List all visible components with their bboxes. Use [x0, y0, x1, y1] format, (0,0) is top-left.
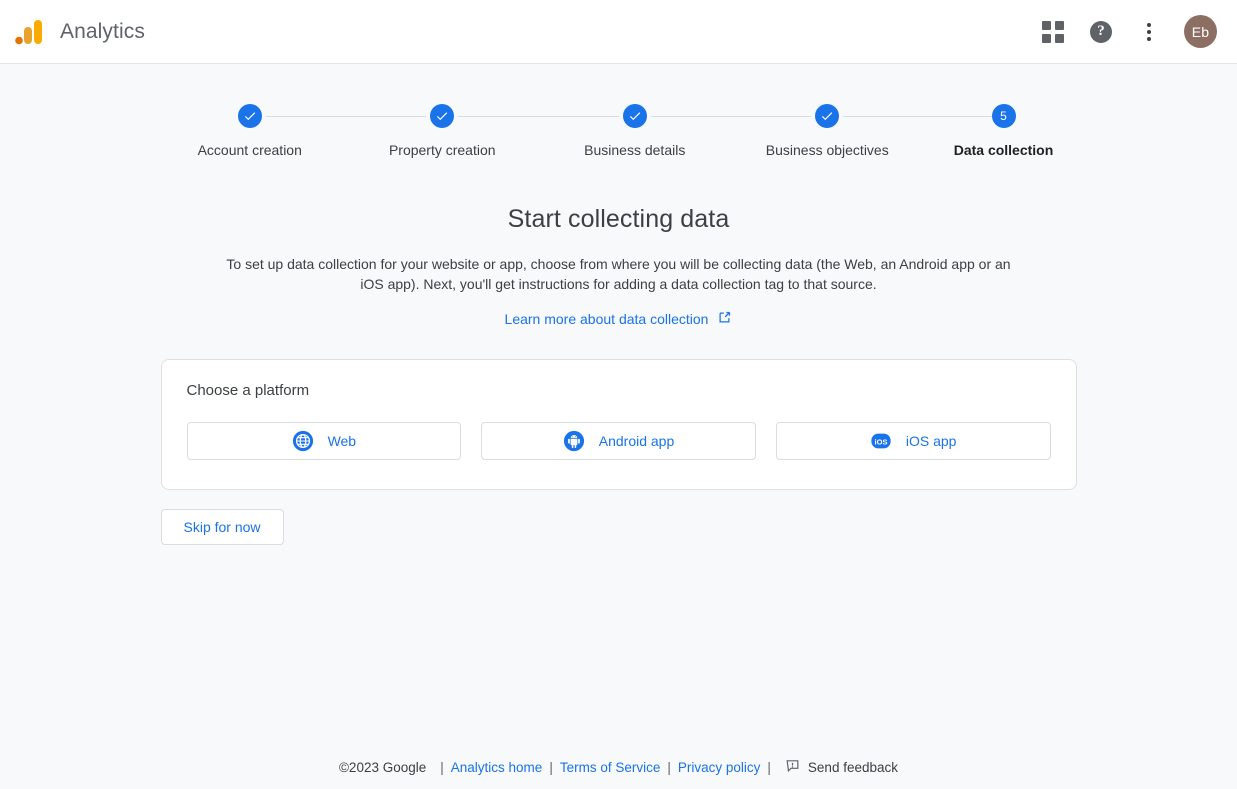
step-label: Data collection: [953, 142, 1054, 158]
app-header: Analytics ? Eb: [0, 0, 1237, 64]
footer-separator: |: [767, 759, 771, 775]
page-title: Start collecting data: [507, 205, 730, 233]
step-connector: [458, 116, 619, 117]
external-link-icon: [717, 310, 732, 328]
platform-button-ios[interactable]: iOS iOS app: [775, 422, 1051, 460]
footer-separator: |: [549, 759, 553, 775]
globe-icon: [292, 430, 314, 452]
step-data-collection[interactable]: 5 Data collection: [924, 104, 1084, 158]
platform-button-android[interactable]: Android app: [481, 422, 756, 460]
apps-grid-glyph: [1042, 20, 1064, 43]
step-connector: [265, 116, 427, 117]
step-check-icon: [237, 104, 262, 128]
apps-grid-icon[interactable]: [1040, 19, 1066, 45]
step-business-objectives[interactable]: Business objectives: [731, 104, 1004, 158]
step-check-icon: [622, 104, 647, 128]
send-feedback-button[interactable]: Send feedback: [785, 758, 898, 776]
step-account-creation[interactable]: Account creation: [154, 104, 427, 158]
setup-stepper: Account creation Property creation Busin…: [154, 104, 1084, 158]
help-glyph: ?: [1090, 20, 1112, 43]
more-vert-icon[interactable]: [1136, 19, 1162, 45]
ios-icon: iOS: [870, 430, 892, 452]
footer-link-privacy-policy[interactable]: Privacy policy: [678, 760, 761, 775]
choose-platform-card: Choose a platform Web Android app iOS iO…: [160, 359, 1077, 490]
header-actions: ? Eb: [1040, 15, 1217, 48]
avatar[interactable]: Eb: [1184, 15, 1217, 48]
choose-platform-heading: Choose a platform: [186, 382, 310, 399]
step-label: Account creation: [197, 142, 302, 158]
learn-more-link[interactable]: Learn more about data collection: [0, 310, 1237, 328]
platform-button-web[interactable]: Web: [186, 422, 462, 460]
footer-separator: |: [667, 759, 671, 775]
step-marker-row: [154, 104, 427, 128]
main-content: Account creation Property creation Busin…: [0, 104, 1237, 545]
step-number: 5: [991, 104, 1016, 128]
more-vert-glyph: [1147, 22, 1151, 41]
help-icon[interactable]: ?: [1088, 19, 1114, 45]
step-check-icon: [430, 104, 455, 128]
page-footer: ©2023 Google | Analytics home | Terms of…: [0, 758, 1237, 776]
platform-label: iOS app: [905, 433, 957, 449]
step-connector: [650, 116, 812, 117]
step-property-creation[interactable]: Property creation: [346, 104, 619, 158]
step-label: Business objectives: [765, 142, 889, 158]
footer-link-terms-of-service[interactable]: Terms of Service: [560, 760, 661, 775]
step-label: Property creation: [388, 142, 496, 158]
footer-separator: |: [440, 759, 444, 775]
brand-title: Analytics: [60, 19, 145, 43]
svg-text:iOS: iOS: [874, 437, 887, 446]
send-feedback-label: Send feedback: [807, 759, 898, 775]
page-description: To set up data collection for your websi…: [226, 256, 1011, 292]
footer-link-analytics-home[interactable]: Analytics home: [451, 760, 543, 775]
brand[interactable]: Analytics: [14, 17, 145, 47]
step-check-icon: [815, 104, 840, 128]
learn-more-label: Learn more about data collection: [504, 311, 709, 327]
platform-label: Android app: [598, 433, 675, 449]
step-business-details[interactable]: Business details: [539, 104, 812, 158]
footer-copyright: ©2023 Google: [338, 759, 427, 775]
step-connector: [843, 116, 1004, 117]
skip-for-now-button[interactable]: Skip for now: [160, 509, 284, 545]
step-label: Business details: [584, 142, 686, 158]
feedback-icon: [785, 758, 800, 776]
android-icon: [563, 430, 585, 452]
platform-label: Web: [327, 433, 357, 449]
platform-button-row: Web Android app iOS iOS app: [186, 422, 1051, 460]
skip-row: Skip for now: [160, 509, 1077, 545]
google-analytics-logo: [14, 17, 44, 47]
